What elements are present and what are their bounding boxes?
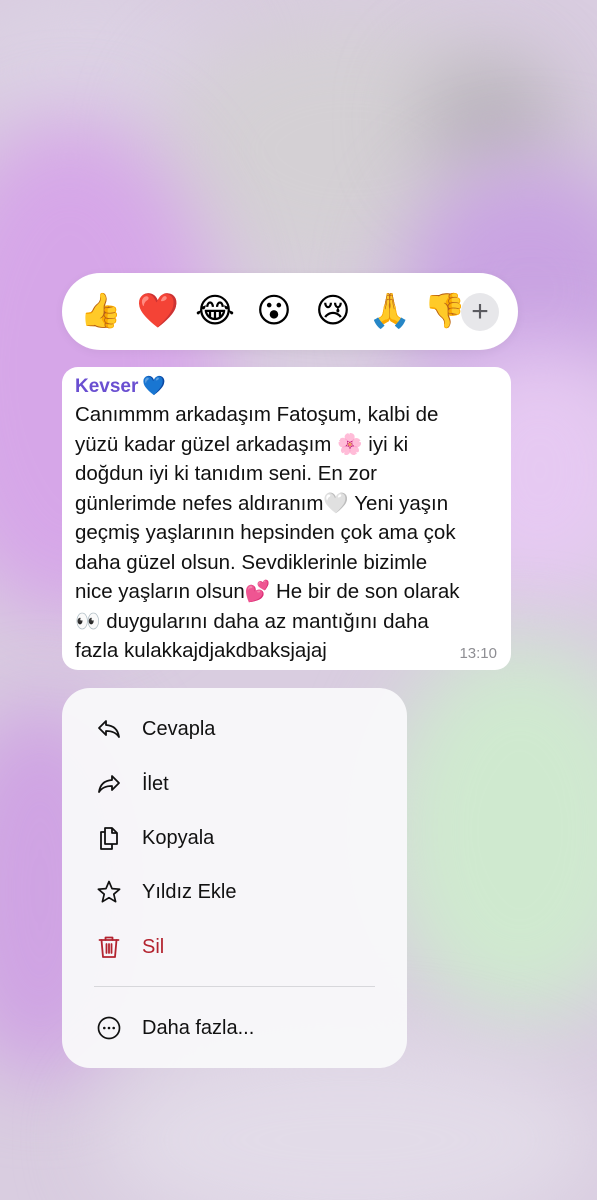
menu-item-star[interactable]: Yıldız Ekle	[62, 870, 407, 914]
menu-item-label: Sil	[142, 935, 165, 958]
message-bubble: Kevser 💙 Canımmm arkadaşım Fatoşum, kalbi…	[62, 367, 511, 670]
message-text: Canımmm arkadaşım Fatoşum, kalbi de yüzü…	[75, 400, 507, 666]
menu-item-label: Daha fazla...	[142, 1016, 255, 1039]
reaction-thumbs-up[interactable]: 👍	[79, 289, 123, 333]
menu-item-label: Kopyala	[142, 826, 215, 849]
message-line: günlerimde nefes aldıranım🤍 Yeni yaşın	[75, 491, 449, 515]
more-reactions-button[interactable]: +	[461, 293, 499, 331]
menu-item-label: Cevapla	[142, 717, 216, 740]
message-line: 👀 duygularını daha az mantığını daha	[75, 609, 429, 633]
menu-item-delete[interactable]: Sil	[62, 925, 407, 969]
menu-item-forward[interactable]: İlet	[62, 762, 407, 806]
message-line: Canımmm arkadaşım Fatoşum, kalbi de	[75, 403, 439, 426]
sender-heart-emoji: 💙	[142, 376, 167, 397]
message-line: doğdun iyi ki tanıdım seni. En zor	[75, 462, 377, 485]
copy-icon	[95, 824, 123, 852]
reaction-pray[interactable]: 🙏	[368, 289, 412, 333]
message-line: geçmiş yaşlarının hepsinden çok ama çok	[75, 521, 456, 544]
reaction-laugh[interactable]: 😂	[193, 289, 237, 333]
message-line: nice yaşların olsun💕 He bir de son olara…	[75, 580, 460, 603]
message-line: yüzü kadar güzel arkadaşım 🌸 iyi ki	[75, 432, 409, 456]
forward-icon	[95, 770, 123, 798]
star-icon	[95, 878, 123, 906]
menu-item-more[interactable]: Daha fazla...	[62, 1006, 407, 1050]
menu-divider	[94, 986, 375, 987]
sender-name: Kevser 💙	[75, 374, 166, 398]
reaction-surprised[interactable]: 😮	[252, 289, 296, 333]
menu-item-label: İlet	[142, 772, 169, 795]
sender-label: Kevser	[75, 376, 139, 397]
trash-icon	[95, 933, 123, 961]
plus-icon: +	[471, 295, 489, 328]
reaction-heart[interactable]: ❤️	[136, 289, 180, 333]
menu-item-copy[interactable]: Kopyala	[62, 816, 407, 860]
reply-icon	[95, 715, 123, 743]
more-icon	[95, 1014, 123, 1042]
menu-item-reply[interactable]: Cevapla	[62, 707, 407, 751]
message-line: daha güzel olsun. Sevdiklerinle bizimle	[75, 550, 428, 574]
reaction-bar: 👍 ❤️ 😂 😮 😢 🙏 👎	[62, 273, 518, 350]
reaction-sad[interactable]: 😢	[311, 289, 355, 333]
message-line: fazla kulakkajdjakdbaksjajaj	[75, 639, 327, 662]
message-timestamp: 13:10	[459, 645, 497, 662]
context-menu: Cevapla İlet Kopyala Yıldız Ekle Sil Dah…	[62, 688, 407, 1068]
menu-item-label: Yıldız Ekle	[142, 880, 237, 903]
